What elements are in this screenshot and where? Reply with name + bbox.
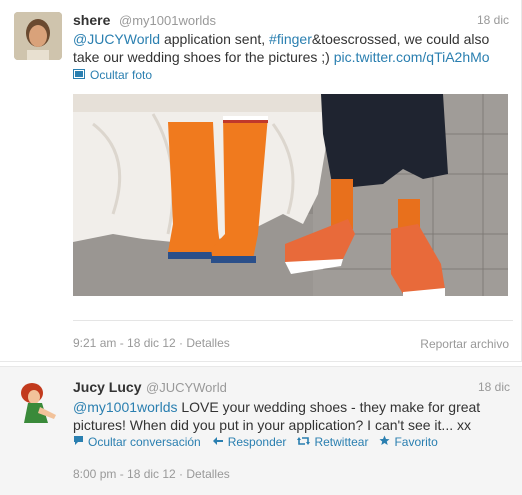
hide-conversation-button[interactable]: Ocultar conversación xyxy=(73,435,201,449)
tweet-date[interactable]: 18 dic xyxy=(477,13,509,27)
star-icon xyxy=(379,435,390,449)
hashtag-link[interactable]: #finger xyxy=(269,31,312,47)
speech-bubble-icon xyxy=(73,435,84,449)
tweet-timestamp[interactable]: 9:21 am - 18 dic 12 · Detalles xyxy=(73,336,230,350)
tweet-author-handle[interactable]: @JUCYWorld xyxy=(146,380,227,395)
hide-photo-label: Ocultar foto xyxy=(90,68,153,82)
retweet-label: Retwittear xyxy=(314,435,369,449)
favorite-label: Favorito xyxy=(394,435,438,449)
hide-photo-link[interactable]: Ocultar foto xyxy=(73,68,152,82)
tweet-actions: Ocultar conversación Responder Retwittea… xyxy=(73,435,438,449)
tweet-text-segment: application sent, xyxy=(160,31,270,47)
reply-arrow-icon xyxy=(212,436,224,449)
report-link[interactable]: Reportar archivo xyxy=(420,337,509,351)
avatar-photo xyxy=(14,12,62,60)
mention-link[interactable]: @JUCYWorld xyxy=(73,31,160,47)
tweet-author-handle[interactable]: @my1001worlds xyxy=(119,13,216,28)
retweet-icon xyxy=(297,436,311,449)
tweet-photo[interactable] xyxy=(73,94,508,296)
tweet-text: @my1001worlds LOVE your wedding shoes - … xyxy=(73,398,513,434)
mention-link[interactable]: @my1001worlds xyxy=(73,399,177,415)
tweet-author-name[interactable]: Jucy Lucy xyxy=(73,379,141,395)
tweet-date[interactable]: 18 dic xyxy=(478,380,510,394)
tweet-timestamp[interactable]: 8:00 pm - 18 dic 12 · Detalles xyxy=(73,467,230,481)
avatar[interactable] xyxy=(14,379,62,427)
retweet-button[interactable]: Retwittear xyxy=(297,435,368,449)
photo-icon xyxy=(73,68,85,82)
pic-link[interactable]: pic.twitter.com/qTiA2hMo xyxy=(334,49,490,65)
tweet-author-name[interactable]: shere xyxy=(73,12,110,28)
tweet[interactable]: shere @my1001worlds 18 dic @JUCYWorld ap… xyxy=(0,0,522,362)
favorite-button[interactable]: Favorito xyxy=(379,435,438,449)
reply-label: Responder xyxy=(227,435,287,449)
avatar[interactable] xyxy=(14,12,62,60)
tweet-text: @JUCYWorld application sent, #finger&toe… xyxy=(73,30,513,66)
tweet[interactable]: Jucy Lucy @JUCYWorld 18 dic @my1001world… xyxy=(0,366,522,495)
hide-conversation-label: Ocultar conversación xyxy=(88,435,201,449)
reply-button[interactable]: Responder xyxy=(212,435,287,449)
avatar-illustration xyxy=(14,379,62,427)
divider xyxy=(73,320,513,321)
